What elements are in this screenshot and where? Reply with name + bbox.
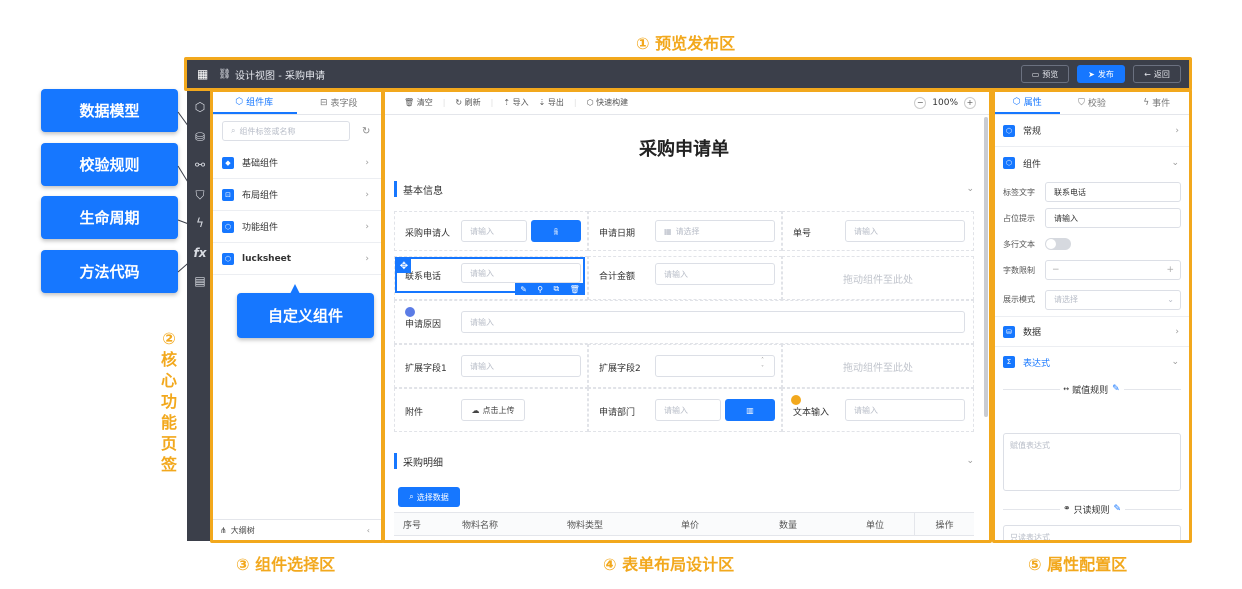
frame-top bbox=[184, 57, 1192, 91]
callout-validation: 校验规则 bbox=[41, 143, 178, 186]
annotation-core-nav: ②核心功能页签 bbox=[160, 329, 177, 474]
callout-data-model: 数据模型 bbox=[41, 89, 178, 132]
annotation-preview-publish: ① 预览发布区 bbox=[636, 34, 736, 53]
callout-lifecycle: 生命周期 bbox=[41, 196, 178, 239]
frame-property-panel bbox=[992, 89, 1192, 543]
annotation-property-config: ⑤ 属性配置区 bbox=[1028, 555, 1128, 574]
callout-method-code: 方法代码 bbox=[41, 250, 178, 293]
callout-connectors bbox=[177, 111, 195, 273]
frame-design-area bbox=[382, 89, 992, 543]
page-root: ① 预览发布区 ▦ ⛓ 设计视图 - 采购申请 ▭ 预览 ➤ 发布 ← 返回 ⬡ ⛁ … bbox=[0, 0, 1242, 589]
annotation-component-select: ③ 组件选择区 bbox=[236, 555, 336, 574]
frame-component-panel bbox=[210, 89, 384, 543]
annotation-form-layout: ④ 表单布局设计区 bbox=[603, 555, 735, 574]
